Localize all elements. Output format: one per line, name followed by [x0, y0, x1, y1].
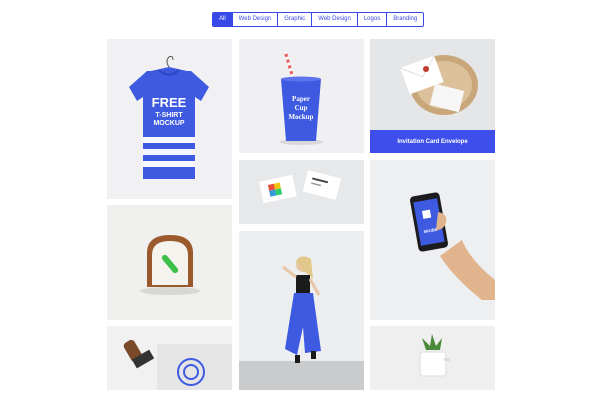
- filter-graphic[interactable]: Graphic: [278, 12, 313, 27]
- portfolio-item-fashion-photo[interactable]: [239, 231, 364, 390]
- filter-logos[interactable]: Logos: [357, 12, 388, 27]
- portfolio-item-plant-pot[interactable]: [370, 326, 495, 390]
- tshirt-mockup-image: FREE T-SHIRT MOCKUP: [129, 55, 209, 179]
- invitation-envelope-image: [400, 55, 478, 115]
- stamp-mockup-image: [123, 339, 232, 390]
- plant-pot-image: [419, 334, 450, 377]
- portfolio-item-tshirt-mockup[interactable]: FREE T-SHIRT MOCKUP: [107, 39, 232, 199]
- envelope-caption: Invitation Card Envelope: [370, 130, 495, 153]
- phone-mockup-image: SKUBE: [409, 192, 495, 300]
- tshirt-line2: T-SHIRT: [155, 112, 183, 119]
- tshirt-line3: MOCKUP: [153, 120, 184, 127]
- portfolio-item-stamp-mockup[interactable]: [107, 326, 232, 390]
- portfolio-item-wooden-clock[interactable]: [107, 205, 232, 320]
- cup-line1: Paper: [292, 95, 310, 103]
- tshirt-headline: FREE: [152, 95, 187, 110]
- fashion-photo-image: [239, 256, 364, 390]
- portfolio-item-paper-cup-mockup[interactable]: Paper Cup Mockup: [239, 39, 364, 153]
- portfolio-item-business-cards[interactable]: [239, 160, 364, 224]
- portfolio-filter-bar: All Web Design Graphic Web Design Logos …: [212, 12, 425, 27]
- portfolio-item-invitation-envelope[interactable]: Invitation Card Envelope: [370, 39, 495, 153]
- portfolio-item-phone-mockup[interactable]: SKUBE: [370, 160, 495, 320]
- cup-line2: Cup: [295, 104, 308, 112]
- filter-branding[interactable]: Branding: [387, 12, 425, 27]
- paper-cup-mockup-image: Paper Cup Mockup: [279, 50, 323, 145]
- cup-line3: Mockup: [289, 113, 314, 121]
- filter-web-design-2[interactable]: Web Design: [312, 12, 358, 27]
- business-cards-image: [259, 170, 342, 204]
- filter-all[interactable]: All: [212, 12, 233, 27]
- wooden-clock-image: [140, 235, 200, 295]
- filter-web-design[interactable]: Web Design: [232, 12, 279, 27]
